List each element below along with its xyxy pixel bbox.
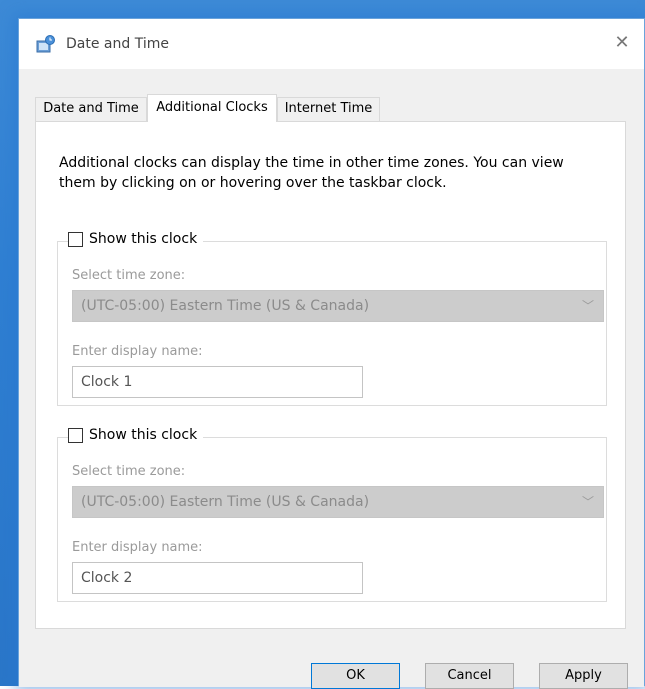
chevron-down-icon: ﹀ [581,299,594,313]
close-icon: ✕ [614,32,630,53]
timezone-1-select[interactable]: (UTC-05:00) Eastern Time (US & Canada) ﹀ [72,290,604,322]
display-name-2-label: Enter display name: [72,540,203,555]
show-clock-1-label[interactable]: Show this clock [89,231,197,247]
tab-additional-clocks[interactable]: Additional Clocks [147,94,277,122]
window-title: Date and Time [66,36,169,52]
clock-1-legend: Show this clock [68,231,204,247]
display-name-1-label: Enter display name: [72,344,203,359]
clock-group-1: Show this clock Select time zone: (UTC-0… [57,231,607,406]
show-clock-2-checkbox[interactable] [68,427,83,443]
tab-date-and-time[interactable]: Date and Time [35,97,147,121]
clock-globe-icon [36,35,55,53]
show-clock-2-label[interactable]: Show this clock [89,427,197,443]
show-clock-1-checkbox[interactable] [68,231,83,247]
timezone-1-label: Select time zone: [72,268,186,283]
timezone-1-value: (UTC-05:00) Eastern Time (US & Canada) [81,298,370,314]
chevron-down-icon: ﹀ [581,495,594,509]
title-bar[interactable]: Date and Time ✕ [19,19,644,69]
timezone-2-value: (UTC-05:00) Eastern Time (US & Canada) [81,494,370,510]
intro-text: Additional clocks can display the time i… [59,155,564,191]
clock-2-legend: Show this clock [68,427,204,443]
close-button[interactable]: ✕ [610,31,634,55]
ok-button[interactable]: OK [311,663,400,689]
display-name-1-value: Clock 1 [81,374,133,390]
clock-group-2: Show this clock Select time zone: (UTC-0… [57,427,607,602]
timezone-2-select[interactable]: (UTC-05:00) Eastern Time (US & Canada) ﹀ [72,486,604,518]
dialog-window: Date and Time ✕ Date and Time Additional… [18,18,645,689]
dialog-body: Date and Time Additional Clocks Internet… [19,69,644,689]
tab-internet-time[interactable]: Internet Time [277,97,380,121]
display-name-2-value: Clock 2 [81,570,133,586]
display-name-2-input[interactable]: Clock 2 [72,562,363,594]
tab-panel-additional-clocks: Additional clocks can display the time i… [35,121,626,629]
display-name-1-input[interactable]: Clock 1 [72,366,363,398]
apply-button[interactable]: Apply [539,663,628,689]
cancel-button[interactable]: Cancel [425,663,514,689]
timezone-2-label: Select time zone: [72,464,186,479]
